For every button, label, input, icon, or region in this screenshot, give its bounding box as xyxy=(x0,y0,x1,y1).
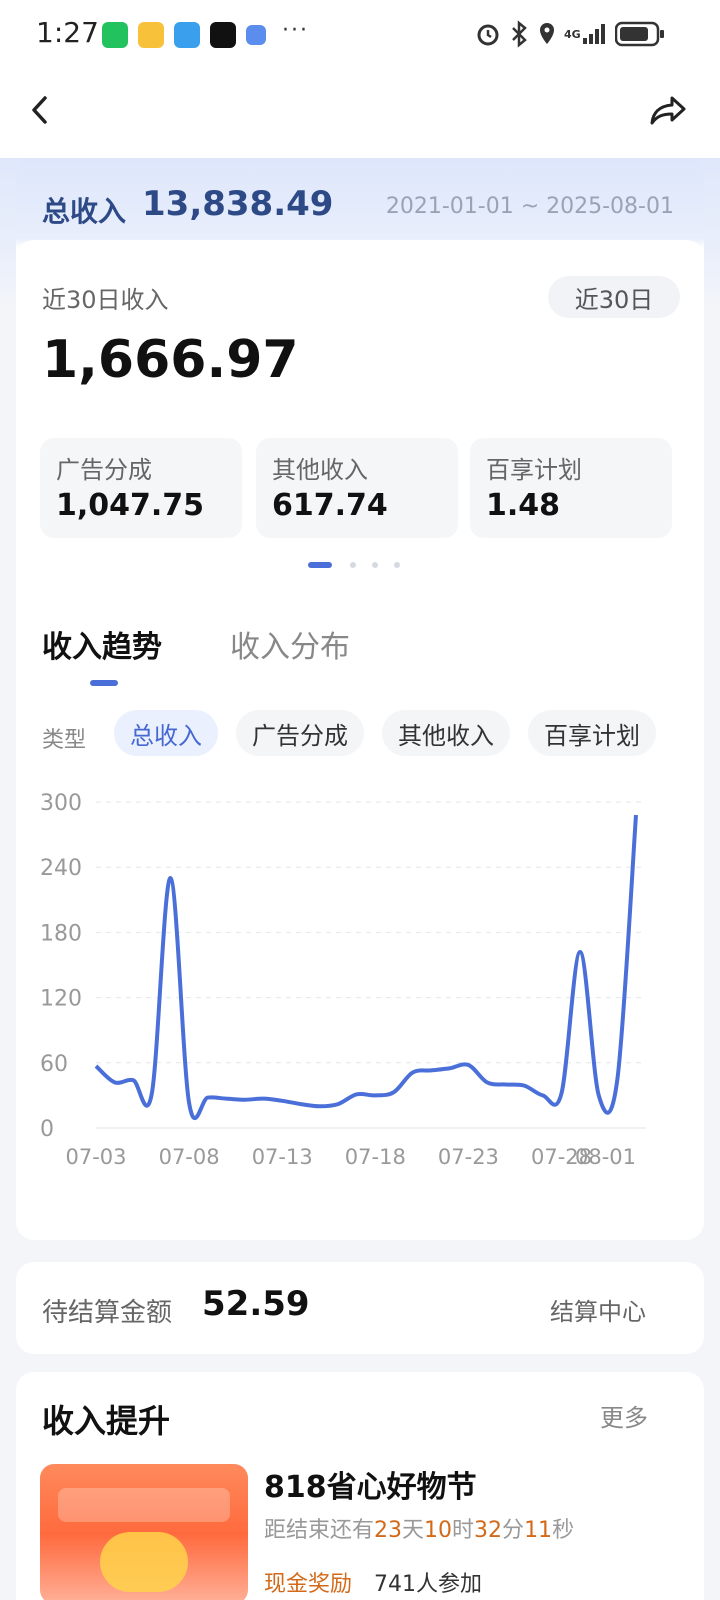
y-tick-label: 300 xyxy=(40,791,82,816)
wechat-icon xyxy=(102,22,128,48)
breakdown-label: 其他收入 xyxy=(272,456,368,484)
camera-app-icon xyxy=(210,22,236,48)
chip-ad-share[interactable]: 广告分成 xyxy=(236,710,364,756)
recent-income-label: 近30日收入 xyxy=(42,286,169,314)
pager-dot xyxy=(372,562,378,568)
tab-income-trend[interactable]: 收入趋势 xyxy=(42,622,162,666)
breakdown-other-income[interactable]: 其他收入 617.74 xyxy=(256,438,458,538)
share-icon[interactable] xyxy=(648,92,688,128)
y-tick-label: 180 xyxy=(40,921,82,946)
calendar-icon xyxy=(246,25,266,45)
bluetooth-icon xyxy=(512,20,527,48)
x-tick-label: 07-13 xyxy=(252,1145,313,1169)
total-income-label: 总收入 xyxy=(42,195,127,228)
pending-amount-value: 52.59 xyxy=(202,1284,310,1324)
alarm-icon xyxy=(477,24,499,46)
status-right: 4G xyxy=(474,18,665,50)
app-notification-icon xyxy=(138,22,164,48)
back-icon[interactable] xyxy=(28,94,52,126)
cash-reward-tag: 现金奖励 xyxy=(264,1572,353,1597)
breakdown-baixiang-plan[interactable]: 百享计划 1.48 xyxy=(470,438,672,538)
promo-countdown: 距结束还有23天10时32分11秒 xyxy=(264,1518,575,1543)
income-boost-title: 收入提升 xyxy=(42,1402,171,1440)
breakdown-label: 百享计划 xyxy=(486,456,582,484)
tab-income-distribution[interactable]: 收入分布 xyxy=(230,622,350,666)
breakdown-value: 617.74 xyxy=(272,488,388,523)
pending-amount-label: 待结算金额 xyxy=(42,1298,173,1328)
promo-gift-shape xyxy=(100,1532,188,1592)
total-income-value: 13,838.49 xyxy=(142,184,334,224)
chip-baixiang-plan[interactable]: 百享计划 xyxy=(528,710,656,756)
x-tick-label: 07-18 xyxy=(345,1145,406,1169)
date-range: 2021-01-01 ~ 2025-08-01 xyxy=(385,194,674,219)
period-selector[interactable]: 近30日 xyxy=(548,276,680,318)
nav-bar xyxy=(0,72,720,158)
x-tick-label: 08-01 xyxy=(575,1145,636,1169)
income-trend-chart: 0 60 120 180 240 300 07-03 07-08 07-13 07-18 07-23… xyxy=(40,791,646,1169)
x-tick-label: 07-08 xyxy=(159,1145,220,1169)
signal-icon xyxy=(582,24,605,44)
breakdown-ad-share[interactable]: 广告分成 1,047.75 xyxy=(40,438,242,538)
breakdown-value: 1.48 xyxy=(486,488,561,523)
network-type: 4G xyxy=(564,27,581,41)
y-tick-label: 60 xyxy=(40,1052,68,1077)
y-tick-label: 0 xyxy=(40,1117,54,1142)
chip-other-income[interactable]: 其他收入 xyxy=(382,710,510,756)
recent-income-value: 1,666.97 xyxy=(42,330,299,390)
status-time: 1:27 xyxy=(36,16,99,49)
breakdown-label: 广告分成 xyxy=(56,456,152,484)
more-notifications-icon: ··· xyxy=(282,18,309,43)
series-line-total-income xyxy=(94,814,638,1121)
message-icon xyxy=(174,22,200,48)
battery-icon xyxy=(614,21,664,47)
type-filter-label: 类型 xyxy=(42,728,87,753)
pager-dot xyxy=(350,562,356,568)
y-tick-label: 120 xyxy=(40,987,82,1012)
participants-count: 741人参加 xyxy=(374,1572,482,1597)
tab-underline xyxy=(90,680,118,686)
promo-logo-shape xyxy=(58,1488,230,1522)
promo-title[interactable]: 818省心好物节 xyxy=(264,1462,477,1506)
settlement-center-link[interactable]: 结算中心 xyxy=(550,1292,646,1327)
x-tick-label: 07-03 xyxy=(65,1145,126,1169)
promo-banner-image[interactable] xyxy=(40,1464,248,1600)
chip-total-income[interactable]: 总收入 xyxy=(114,710,218,756)
location-icon xyxy=(540,23,554,44)
breakdown-value: 1,047.75 xyxy=(56,488,205,523)
more-link[interactable]: 更多 xyxy=(600,1398,648,1433)
x-tick-label: 07-23 xyxy=(438,1145,499,1169)
pager-dot xyxy=(394,562,400,568)
y-tick-label: 240 xyxy=(40,856,82,881)
pager-dot-active xyxy=(308,562,332,568)
